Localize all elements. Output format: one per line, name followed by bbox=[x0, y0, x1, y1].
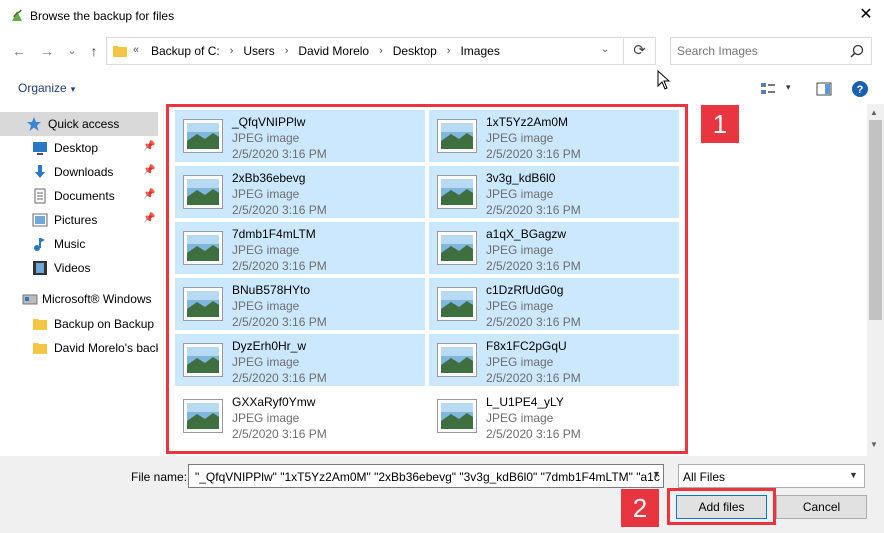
breadcrumb-david-morelo[interactable]: David Morelo bbox=[294, 44, 373, 58]
sidebar-item-documents[interactable]: Documents 📌 bbox=[0, 184, 158, 208]
pin-icon[interactable]: 📌 bbox=[143, 141, 155, 152]
close-button[interactable]: ✕ bbox=[852, 4, 880, 28]
breadcrumb: Backup of C: › Users › David Morelo › De… bbox=[147, 44, 504, 58]
sidebar-item-quick-access[interactable]: Quick access bbox=[0, 112, 158, 136]
sidebar-item-label: Pictures bbox=[54, 213, 98, 227]
folder-icon bbox=[113, 46, 127, 57]
file-type-select[interactable]: All Files ▼ bbox=[678, 464, 865, 488]
breadcrumb-users[interactable]: Users bbox=[239, 44, 278, 58]
sidebar-item-label: Documents bbox=[54, 189, 115, 203]
sidebar-item-pictures[interactable]: Pictures 📌 bbox=[0, 208, 158, 232]
filename-dropdown-icon[interactable]: ▼ bbox=[652, 469, 661, 479]
desktop-icon bbox=[33, 142, 47, 155]
folder-icon bbox=[33, 319, 47, 330]
recent-locations-button[interactable]: ⌄ bbox=[62, 41, 82, 61]
sidebar-item-david-backup[interactable]: David Morelo's back bbox=[0, 336, 158, 360]
annotation-badge-1: 1 bbox=[701, 105, 739, 143]
filename-field[interactable]: "_QfqVNIPPlw" "1xT5Yz2Am0M" "2xBb36ebevg… bbox=[188, 464, 664, 488]
filename-label: File name: bbox=[131, 470, 188, 484]
pin-icon[interactable]: 📌 bbox=[143, 189, 155, 200]
drive-icon bbox=[22, 294, 38, 305]
chevron-right-icon[interactable]: › bbox=[279, 45, 295, 57]
pictures-icon bbox=[32, 213, 48, 227]
sidebar-item-desktop[interactable]: Desktop 📌 bbox=[0, 136, 158, 160]
sidebar-item-label: Microsoft® Windows bbox=[42, 292, 152, 306]
highlight-box-2 bbox=[667, 488, 776, 525]
cancel-button[interactable]: Cancel bbox=[776, 495, 867, 519]
sidebar-item-windows-drive[interactable]: Microsoft® Windows bbox=[0, 287, 158, 311]
view-options-icon[interactable] bbox=[760, 80, 776, 98]
star-icon bbox=[27, 117, 41, 131]
annotation-badge-2: 2 bbox=[621, 489, 659, 527]
documents-icon bbox=[34, 188, 46, 204]
address-dropdown-icon[interactable]: ⌄ bbox=[601, 44, 609, 55]
breadcrumb-backup[interactable]: Backup of C: bbox=[147, 44, 224, 58]
pane-divider[interactable] bbox=[163, 104, 164, 456]
chevron-down-icon: ▼ bbox=[849, 470, 858, 480]
up-button[interactable]: ↑ bbox=[84, 41, 104, 61]
view-dropdown-icon[interactable]: ▾ bbox=[786, 82, 791, 100]
backup-app-icon bbox=[12, 9, 22, 21]
folder-icon bbox=[33, 343, 47, 354]
sidebar-item-label: Downloads bbox=[54, 165, 114, 179]
svg-text:?: ? bbox=[857, 84, 864, 96]
download-icon bbox=[35, 165, 45, 178]
chevron-right-icon[interactable]: › bbox=[224, 45, 240, 57]
breadcrumb-images[interactable]: Images bbox=[456, 44, 503, 58]
breadcrumb-desktop[interactable]: Desktop bbox=[389, 44, 441, 58]
scroll-down-icon[interactable]: ▼ bbox=[870, 440, 878, 449]
refresh-button[interactable]: ⟳ bbox=[623, 38, 655, 64]
chevron-right-icon[interactable]: › bbox=[373, 45, 389, 57]
sidebar-item-label: David Morelo's back bbox=[54, 341, 158, 355]
search-input[interactable] bbox=[677, 43, 847, 59]
filename-value: "_QfqVNIPPlw" "1xT5Yz2Am0M" "2xBb36ebevg… bbox=[195, 470, 660, 484]
sidebar-item-label: Desktop bbox=[54, 141, 99, 155]
navigation-pane: Quick access Desktop 📌 Downloads 📌 Docum… bbox=[0, 110, 158, 455]
file-type-value: All Files bbox=[683, 470, 726, 484]
sidebar-item-videos[interactable]: Videos bbox=[0, 256, 158, 280]
back-button[interactable]: ← bbox=[9, 41, 29, 61]
sidebar-item-downloads[interactable]: Downloads 📌 bbox=[0, 160, 158, 184]
pin-icon[interactable]: 📌 bbox=[143, 165, 155, 176]
sidebar-item-label: Quick access bbox=[48, 117, 120, 131]
title-bar: Browse the backup for files ✕ bbox=[0, 0, 884, 32]
highlight-box-1 bbox=[166, 104, 688, 454]
dropdown-arrow-icon: ▾ bbox=[70, 84, 76, 94]
help-icon[interactable]: ? bbox=[851, 80, 869, 98]
address-bar[interactable]: « Backup of C: › Users › David Morelo › … bbox=[106, 37, 656, 65]
command-bar: Organize ▾ ▾ ? bbox=[0, 74, 884, 104]
forward-button[interactable]: → bbox=[37, 41, 57, 61]
search-box[interactable] bbox=[670, 37, 872, 65]
overflow-chevron-icon[interactable]: « bbox=[133, 44, 139, 56]
sidebar-item-label: Backup on Backup ( bbox=[54, 317, 158, 331]
window-title: Browse the backup for files bbox=[30, 9, 175, 23]
videos-icon bbox=[33, 261, 47, 275]
sidebar-item-label: Videos bbox=[54, 261, 91, 275]
sidebar-item-label: Music bbox=[54, 237, 86, 251]
search-icon[interactable] bbox=[849, 43, 865, 59]
organize-label: Organize bbox=[18, 81, 67, 95]
pin-icon[interactable]: 📌 bbox=[143, 213, 155, 224]
sidebar-item-music[interactable]: Music bbox=[0, 232, 158, 256]
music-icon bbox=[34, 238, 45, 251]
scroll-up-icon[interactable]: ▲ bbox=[870, 108, 878, 117]
organize-menu[interactable]: Organize ▾ bbox=[18, 81, 75, 95]
sidebar-item-backup-folder[interactable]: Backup on Backup ( bbox=[0, 312, 158, 336]
scrollbar-thumb[interactable] bbox=[869, 120, 882, 320]
preview-pane-icon[interactable] bbox=[816, 80, 832, 98]
chevron-right-icon[interactable]: › bbox=[441, 45, 457, 57]
